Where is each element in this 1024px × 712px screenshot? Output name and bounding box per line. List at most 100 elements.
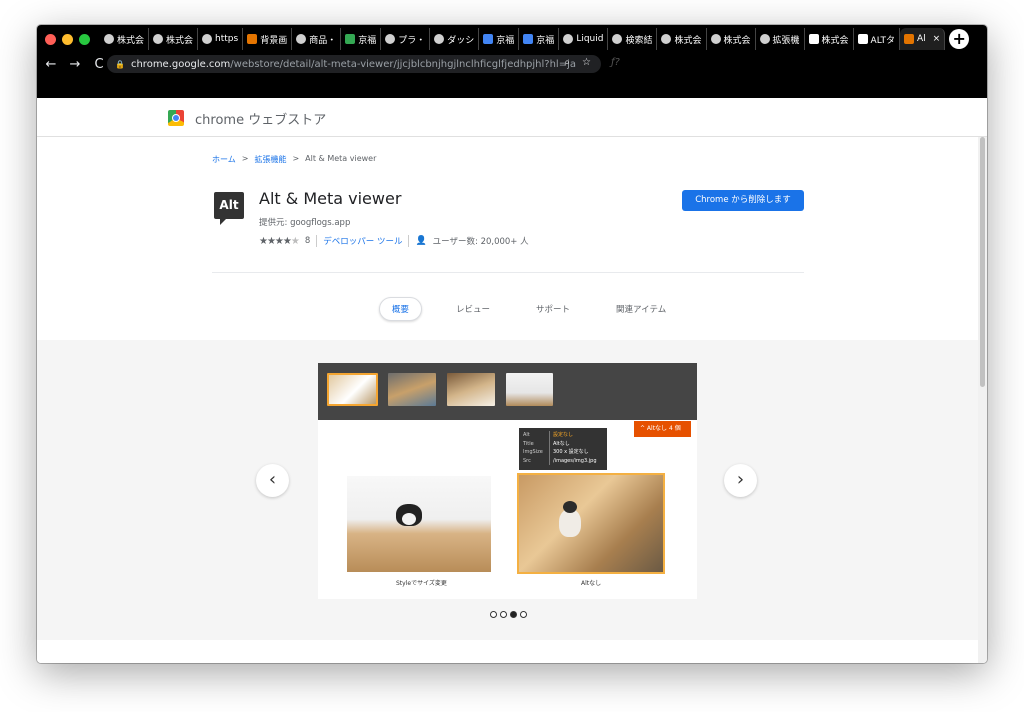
browser-tab[interactable]: Al ×: [899, 28, 946, 50]
tab-overview[interactable]: 概要: [379, 297, 423, 321]
gallery-slide: ^ Altなし 4 個 Alt 設定なし Title Altなし ImgSize 300 …: [318, 363, 697, 599]
screenshot-gallery: ‹ › ^ Altなし 4 個 Alt 設定なし Title Altなし ImgSize…: [37, 340, 978, 640]
meta-key: Title: [523, 440, 534, 447]
image-icon: [247, 34, 258, 44]
extension-icon[interactable]: ƒ?: [611, 57, 620, 68]
breadcrumb-category[interactable]: 拡張機能: [254, 154, 286, 165]
globe-icon: [612, 34, 623, 44]
meta-key: ImgSize: [523, 449, 543, 455]
tab-label: 株式会: [723, 35, 751, 46]
category-link[interactable]: デベロッパー ツール: [323, 235, 402, 247]
image-icon: [903, 34, 914, 44]
globe-icon: [661, 34, 672, 44]
browser-tab[interactable]: 株式会: [149, 28, 199, 50]
chrome-web-store-logo-icon[interactable]: [168, 110, 184, 126]
minimize-window-button[interactable]: [62, 33, 73, 45]
store-header: chrome ウェブストア: [37, 98, 987, 137]
m-icon: [857, 34, 868, 44]
gallery-prev-button[interactable]: ‹: [256, 464, 289, 497]
rating-count[interactable]: 8: [305, 236, 310, 246]
globe-icon: [296, 34, 307, 44]
browser-tab[interactable]: Liquid: [559, 28, 609, 50]
reload-button[interactable]: C: [89, 57, 109, 72]
tab-related[interactable]: 関連アイテム: [604, 298, 678, 320]
tab-label: 京福: [358, 35, 377, 46]
tab-close-icon[interactable]: ×: [933, 34, 941, 44]
scrollbar-thumb[interactable]: [980, 137, 985, 387]
slide-photo-cat: [347, 476, 491, 572]
browser-tab[interactable]: 拡張機: [756, 28, 805, 50]
meta-divider: [408, 235, 410, 247]
browser-tab[interactable]: ALTタ: [854, 28, 900, 50]
browser-tab[interactable]: 株式会: [805, 28, 854, 50]
puzzle-icon: [759, 34, 770, 44]
browser-tab[interactable]: 京福: [479, 28, 520, 50]
slide-caption-left: Styleでサイズ変更: [396, 580, 447, 587]
alt-missing-badge: ^ Altなし 4 個: [634, 421, 691, 437]
pagination-dot[interactable]: [520, 611, 527, 618]
lock-icon: 🔒: [115, 59, 125, 69]
browser-tab[interactable]: https: [198, 28, 244, 50]
browser-tab[interactable]: 株式会: [707, 28, 756, 50]
browser-tab[interactable]: 商品・: [292, 28, 342, 50]
cat-figure: [559, 501, 581, 537]
meta-value: Altなし: [549, 439, 570, 448]
pagination-dot[interactable]: [490, 611, 497, 618]
slide-thumbnail-bar: [318, 363, 697, 420]
page-scrollbar[interactable]: [978, 137, 987, 663]
remove-from-chrome-button[interactable]: Chrome から削除します: [682, 190, 804, 211]
tab-label: https: [215, 34, 239, 44]
tab-label: プラ・: [398, 35, 426, 46]
rating-stars-icon[interactable]: ★★★★★: [259, 236, 300, 247]
tab-label: ダッシ: [447, 35, 475, 46]
browser-tab[interactable]: プラ・: [381, 28, 431, 50]
browser-tab[interactable]: 京福: [519, 28, 560, 50]
breadcrumb-home[interactable]: ホーム: [212, 154, 236, 165]
extension-name: Alt & Meta viewer: [259, 189, 402, 208]
back-button[interactable]: ←: [41, 57, 61, 72]
maximize-window-button[interactable]: [79, 33, 90, 45]
tab-label: 株式会: [821, 35, 849, 46]
extension-provider[interactable]: 提供元: googflogs.app: [259, 216, 350, 228]
browser-tab[interactable]: 京福: [341, 28, 382, 50]
extension-logo: Alt: [214, 192, 244, 225]
tab-label: Al: [916, 34, 926, 44]
tab-label: 株式会: [166, 35, 194, 46]
browser-tab[interactable]: 株式会: [100, 28, 150, 50]
url-host: chrome.google.com: [130, 58, 231, 70]
docs-icon: [483, 34, 494, 44]
browser-tab[interactable]: ダッシ: [430, 28, 480, 50]
slide-photo-cat-highlighted: [517, 473, 665, 574]
drop-icon: [563, 34, 574, 44]
new-tab-button[interactable]: +: [949, 29, 970, 49]
zoom-icon[interactable]: ⌕: [564, 57, 570, 68]
close-window-button[interactable]: [45, 33, 56, 45]
forward-button[interactable]: →: [65, 57, 85, 72]
browser-tab[interactable]: 背景画: [243, 28, 293, 50]
meta-value: 300 x 設定なし: [549, 448, 589, 457]
meta-value: /images/img3.jpg: [549, 456, 597, 465]
meta-popup-row: ImgSize 300 x 設定なし: [523, 448, 603, 457]
tab-label: 株式会: [674, 35, 702, 46]
store-title[interactable]: chrome ウェブストア: [195, 109, 326, 128]
bookmark-star-icon[interactable]: ☆: [582, 57, 591, 68]
url-path: /webstore/detail/alt-meta-viewer/jjcjblc…: [230, 58, 576, 70]
breadcrumb-separator: >: [292, 154, 300, 163]
tab-support[interactable]: サポート: [524, 298, 582, 320]
user-icon: 👤: [415, 236, 427, 246]
pagination-dot[interactable]: [500, 611, 507, 618]
gallery-pagination: [490, 611, 527, 618]
window-controls: [45, 33, 90, 45]
layers-icon: [385, 34, 396, 44]
tab-label: 京福: [496, 35, 515, 46]
gallery-next-button[interactable]: ›: [724, 464, 757, 497]
slide-thumbnail: [447, 373, 495, 406]
tab-reviews[interactable]: レビュー: [444, 298, 502, 320]
browser-tab[interactable]: 検索結: [608, 28, 658, 50]
pagination-dot[interactable]: [510, 611, 517, 618]
docs-icon: [523, 34, 534, 44]
address-bar[interactable]: 🔒 chrome.google.com /webstore/detail/alt…: [107, 55, 601, 73]
browser-tab[interactable]: 株式会: [657, 28, 707, 50]
cat-figure: [396, 504, 422, 526]
meta-popup-row: Title Altなし: [523, 439, 603, 448]
